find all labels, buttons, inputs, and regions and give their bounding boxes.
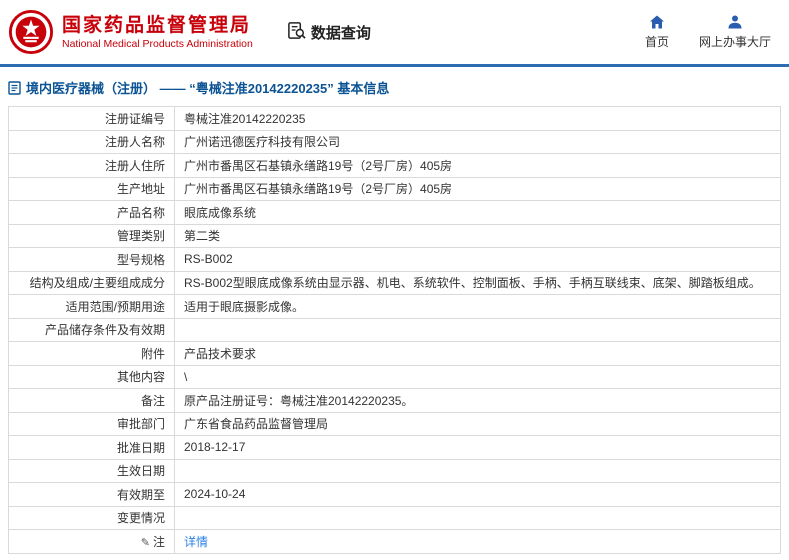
data-query-title: 数据查询 bbox=[287, 21, 371, 44]
info-table: 注册证编号 粤械注准20142220235 注册人名称 广州诺迅德医疗科技有限公司 注册… bbox=[8, 106, 781, 554]
row-value: 第二类 bbox=[174, 223, 781, 248]
row-label: 管理类别 bbox=[8, 223, 175, 248]
row-label: 其他内容 bbox=[8, 364, 175, 389]
row-label: 适用范围/预期用途 bbox=[8, 294, 175, 319]
table-row: 注册证编号 粤械注准20142220235 bbox=[8, 106, 781, 131]
home-icon bbox=[649, 14, 665, 30]
table-row: 生产地址 广州市番禺区石基镇永缮路19号（2号厂房）405房 bbox=[8, 176, 781, 201]
table-row: 产品储存条件及有效期 bbox=[8, 317, 781, 342]
table-row: 有效期至 2024-10-24 bbox=[8, 482, 781, 507]
row-value: 广州市番禺区石基镇永缮路19号（2号厂房）405房 bbox=[174, 153, 781, 178]
row-value: 产品技术要求 bbox=[174, 341, 781, 366]
table-row: 型号规格 RS-B002 bbox=[8, 247, 781, 272]
row-value: 2024-10-24 bbox=[174, 482, 781, 507]
row-value: 眼底成像系统 bbox=[174, 200, 781, 225]
row-label: 有效期至 bbox=[8, 482, 175, 507]
table-row: 管理类别 第二类 bbox=[8, 223, 781, 248]
row-label: 注册人住所 bbox=[8, 153, 175, 178]
table-row: 备注 原产品注册证号：粤械注准20142220235。 bbox=[8, 388, 781, 413]
org-name-cn: 国家药品监督管理局 bbox=[62, 14, 252, 36]
page: 国家药品监督管理局 National Medical Products Admi… bbox=[0, 0, 789, 554]
table-row: ✎ 注详情 bbox=[8, 529, 781, 554]
table-row: 产品名称 眼底成像系统 bbox=[8, 200, 781, 225]
breadcrumb-text: 境内医疗器械（注册） —— “粤械注准20142220235” 基本信息 bbox=[26, 81, 390, 96]
row-label: 结构及组成/主要组成成分 bbox=[8, 270, 175, 295]
row-value: RS-B002 bbox=[174, 247, 781, 272]
row-label: 型号规格 bbox=[8, 247, 175, 272]
nav-service-hall-label: 网上办事大厅 bbox=[698, 35, 771, 49]
org-names: 国家药品监督管理局 National Medical Products Admi… bbox=[62, 14, 253, 50]
row-label: 批准日期 bbox=[8, 435, 175, 460]
table-row: 生效日期 bbox=[8, 458, 781, 483]
row-value: RS-B002型眼底成像系统由显示器、机电、系统软件、控制面板、手柄、手柄互联线… bbox=[174, 270, 781, 295]
row-label: 生效日期 bbox=[8, 458, 175, 483]
org-name-en: National Medical Products Administration bbox=[62, 37, 253, 50]
data-query-label: 数据查询 bbox=[310, 24, 371, 42]
row-label: 产品储存条件及有效期 bbox=[8, 317, 175, 342]
row-label: 注册证编号 bbox=[8, 106, 175, 131]
table-row: 其他内容 \ bbox=[8, 364, 781, 389]
row-value bbox=[174, 317, 781, 342]
nav-home[interactable]: 首页 bbox=[645, 14, 669, 50]
row-value: 广东省食品药品监督管理局 bbox=[174, 411, 781, 436]
row-label: 注册人名称 bbox=[8, 129, 175, 154]
row-value: \ bbox=[174, 364, 781, 389]
table-row: 适用范围/预期用途 适用于眼底摄影成像。 bbox=[8, 294, 781, 319]
nav-home-label: 首页 bbox=[644, 35, 669, 49]
table-row: 结构及组成/主要组成成分 RS-B002型眼底成像系统由显示器、机电、系统软件、控… bbox=[8, 270, 781, 295]
row-value: 适用于眼底摄影成像。 bbox=[174, 294, 781, 319]
document-icon bbox=[8, 80, 21, 95]
data-query-icon bbox=[287, 21, 306, 44]
row-value: 原产品注册证号：粤械注准20142220235。 bbox=[174, 388, 781, 413]
row-label: 变更情况 bbox=[8, 505, 175, 530]
table-row: 附件 产品技术要求 bbox=[8, 341, 781, 366]
row-value bbox=[174, 505, 781, 530]
table-row: 注册人名称 广州诺迅德医疗科技有限公司 bbox=[8, 129, 781, 154]
row-value: 详情 bbox=[174, 529, 781, 554]
detail-link[interactable]: 详情 bbox=[184, 535, 208, 549]
note-icon: ✎ bbox=[140, 536, 150, 549]
site-header: 国家药品监督管理局 National Medical Products Admi… bbox=[0, 0, 789, 64]
row-value: 广州诺迅德医疗科技有限公司 bbox=[174, 129, 781, 154]
row-value bbox=[174, 458, 781, 483]
table-row: 审批部门 广东省食品药品监督管理局 bbox=[8, 411, 781, 436]
nmpa-emblem-logo bbox=[8, 9, 54, 55]
row-value: 广州市番禺区石基镇永缮路19号（2号厂房）405房 bbox=[174, 176, 781, 201]
top-nav: 首页 网上办事大厅 bbox=[645, 14, 771, 50]
row-label: 生产地址 bbox=[8, 176, 175, 201]
row-label: 附件 bbox=[8, 341, 175, 366]
row-value: 2018-12-17 bbox=[174, 435, 781, 460]
row-label: 审批部门 bbox=[8, 411, 175, 436]
breadcrumb: 境内医疗器械（注册） —— “粤械注准20142220235” 基本信息 bbox=[0, 67, 789, 106]
info-table-body: 注册证编号 粤械注准20142220235 注册人名称 广州诺迅德医疗科技有限公司 注册… bbox=[8, 106, 781, 554]
row-label: 产品名称 bbox=[8, 200, 175, 225]
user-icon bbox=[727, 14, 743, 30]
row-label: ✎ 注 bbox=[8, 529, 175, 554]
row-value: 粤械注准20142220235 bbox=[174, 106, 781, 131]
nav-service-hall[interactable]: 网上办事大厅 bbox=[699, 14, 771, 50]
row-label: 备注 bbox=[8, 388, 175, 413]
table-row: 注册人住所 广州市番禺区石基镇永缮路19号（2号厂房）405房 bbox=[8, 153, 781, 178]
table-row: 变更情况 bbox=[8, 505, 781, 530]
table-row: 批准日期 2018-12-17 bbox=[8, 435, 781, 460]
